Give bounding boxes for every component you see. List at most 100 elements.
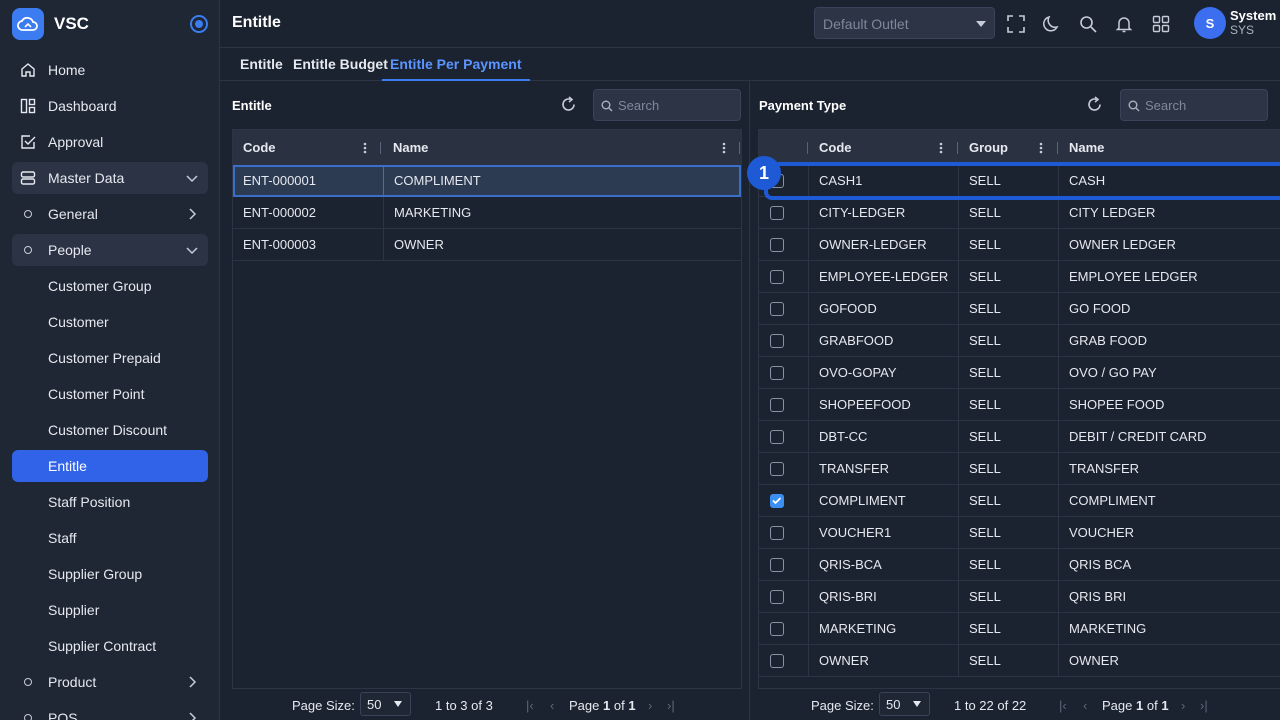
brand[interactable]: VSC [12, 8, 89, 40]
tab-entitle[interactable]: Entitle [240, 48, 283, 81]
sidebar-item-supplier[interactable]: Supplier [12, 594, 208, 626]
user-menu[interactable]: S System SYS [1194, 7, 1276, 39]
last-page-icon[interactable]: ›| [667, 698, 675, 713]
apps-grid-icon[interactable] [1151, 14, 1171, 34]
table-row[interactable]: ENT-000001 COMPLIMENT [233, 165, 741, 197]
bell-icon[interactable] [1114, 14, 1134, 34]
row-checkbox[interactable] [770, 334, 784, 348]
page-size-select[interactable]: 50 [879, 692, 930, 716]
sidebar-item-people[interactable]: People [12, 234, 208, 266]
sidebar-item-dashboard[interactable]: Dashboard [12, 90, 208, 122]
row-checkbox[interactable] [770, 558, 784, 572]
column-resize-handle[interactable] [380, 142, 381, 154]
column-header-group[interactable]: Group [959, 130, 1059, 165]
table-row[interactable]: CITY-LEDGER SELL CITY LEDGER [759, 197, 1280, 229]
sidebar-item-label: Supplier Group [48, 566, 143, 582]
sidebar-item-general[interactable]: General [12, 198, 208, 230]
column-header-code[interactable]: Code [809, 130, 959, 165]
column-resize-handle[interactable] [739, 142, 740, 154]
sidebar-item-staff-position[interactable]: Staff Position [12, 486, 208, 518]
table-row[interactable]: GOFOOD SELL GO FOOD [759, 293, 1280, 325]
column-resize-handle[interactable] [957, 142, 958, 154]
table-row[interactable]: GRABFOOD SELL GRAB FOOD [759, 325, 1280, 357]
sidebar-item-approval[interactable]: Approval [12, 126, 208, 158]
left-search-input[interactable] [618, 96, 736, 114]
table-row[interactable]: MARKETING SELL MARKETING [759, 613, 1280, 645]
cell-name: MARKETING [1069, 621, 1147, 636]
prev-page-icon[interactable]: ‹ [1083, 698, 1087, 713]
column-menu-icon[interactable] [939, 141, 943, 154]
outlet-select[interactable]: Default Outlet [814, 7, 995, 39]
column-header-name[interactable]: Name [1059, 130, 1280, 165]
row-checkbox[interactable] [770, 622, 784, 636]
table-row[interactable]: DBT-CC SELL DEBIT / CREDIT CARD [759, 421, 1280, 453]
column-resize-handle[interactable] [1057, 142, 1058, 154]
row-checkbox[interactable] [770, 462, 784, 476]
sidebar-item-customer-group[interactable]: Customer Group [12, 270, 208, 302]
next-page-icon[interactable]: › [1181, 698, 1185, 713]
table-row[interactable]: EMPLOYEE-LEDGER SELL EMPLOYEE LEDGER [759, 261, 1280, 293]
search-icon [601, 99, 613, 115]
page-size-select[interactable]: 50 [360, 692, 411, 716]
column-resize-handle[interactable] [807, 142, 808, 154]
row-checkbox[interactable] [770, 494, 784, 508]
sidebar-item-customer[interactable]: Customer [12, 306, 208, 338]
sidebar-item-customer-point[interactable]: Customer Point [12, 378, 208, 410]
circle-icon [24, 714, 32, 720]
sidebar-item-product[interactable]: Product [12, 666, 208, 698]
first-page-icon[interactable]: |‹ [526, 698, 534, 713]
table-row[interactable]: TRANSFER SELL TRANSFER [759, 453, 1280, 485]
row-checkbox[interactable] [770, 206, 784, 220]
sidebar-item-supplier-contract[interactable]: Supplier Contract [12, 630, 208, 662]
table-row[interactable]: OWNER-LEDGER SELL OWNER LEDGER [759, 229, 1280, 261]
table-row[interactable]: SHOPEEFOOD SELL SHOPEE FOOD [759, 389, 1280, 421]
sidebar-item-entitle[interactable]: Entitle [12, 450, 208, 482]
fullscreen-icon[interactable] [1006, 14, 1026, 34]
row-checkbox[interactable] [770, 398, 784, 412]
sidebar-item-pos[interactable]: POS [12, 702, 208, 720]
table-row[interactable]: COMPLIMENT SELL COMPLIMENT [759, 485, 1280, 517]
sidebar-item-customer-prepaid[interactable]: Customer Prepaid [12, 342, 208, 374]
sidebar-pin-toggle[interactable] [190, 15, 208, 33]
sidebar-item-home[interactable]: Home [12, 54, 208, 86]
right-search-input[interactable] [1145, 96, 1263, 114]
sidebar-item-master-data[interactable]: Master Data [12, 162, 208, 194]
table-row[interactable]: ENT-000002 MARKETING [233, 197, 741, 229]
row-checkbox[interactable] [770, 654, 784, 668]
row-checkbox[interactable] [770, 526, 784, 540]
refresh-icon[interactable] [1086, 96, 1104, 114]
cell-code: QRIS-BCA [809, 549, 959, 581]
row-checkbox[interactable] [770, 430, 784, 444]
first-page-icon[interactable]: |‹ [1059, 698, 1067, 713]
sidebar-item-customer-discount[interactable]: Customer Discount [12, 414, 208, 446]
search-icon[interactable] [1078, 14, 1098, 34]
column-header-code[interactable]: Code [233, 130, 383, 165]
moon-icon[interactable] [1042, 14, 1062, 34]
column-menu-icon[interactable] [722, 141, 726, 154]
sidebar-item-staff[interactable]: Staff [12, 522, 208, 554]
refresh-icon[interactable] [560, 96, 578, 114]
last-page-icon[interactable]: ›| [1200, 698, 1208, 713]
table-row[interactable]: OWNER SELL OWNER [759, 645, 1280, 677]
tab-entitle-per-payment[interactable]: Entitle Per Payment [382, 48, 530, 81]
avatar: S [1194, 7, 1226, 39]
row-checkbox[interactable] [770, 238, 784, 252]
cell-name: COMPLIMENT [1069, 493, 1156, 508]
row-checkbox[interactable] [770, 366, 784, 380]
sidebar-item-supplier-group[interactable]: Supplier Group [12, 558, 208, 590]
row-checkbox[interactable] [770, 590, 784, 604]
next-page-icon[interactable]: › [648, 698, 652, 713]
column-menu-icon[interactable] [363, 141, 367, 154]
row-checkbox[interactable] [770, 302, 784, 316]
column-menu-icon[interactable] [1039, 141, 1043, 154]
table-row[interactable]: QRIS-BRI SELL QRIS BRI [759, 581, 1280, 613]
tab-entitle-budget[interactable]: Entitle Budget [293, 48, 388, 81]
row-checkbox[interactable] [770, 270, 784, 284]
table-row[interactable]: VOUCHER1 SELL VOUCHER [759, 517, 1280, 549]
tab-bar: Entitle Entitle Budget Entitle Per Payme… [220, 48, 1280, 81]
prev-page-icon[interactable]: ‹ [550, 698, 554, 713]
column-header-name[interactable]: Name [383, 130, 723, 165]
table-row[interactable]: QRIS-BCA SELL QRIS BCA [759, 549, 1280, 581]
table-row[interactable]: ENT-000003 OWNER [233, 229, 741, 261]
table-row[interactable]: OVO-GOPAY SELL OVO / GO PAY [759, 357, 1280, 389]
